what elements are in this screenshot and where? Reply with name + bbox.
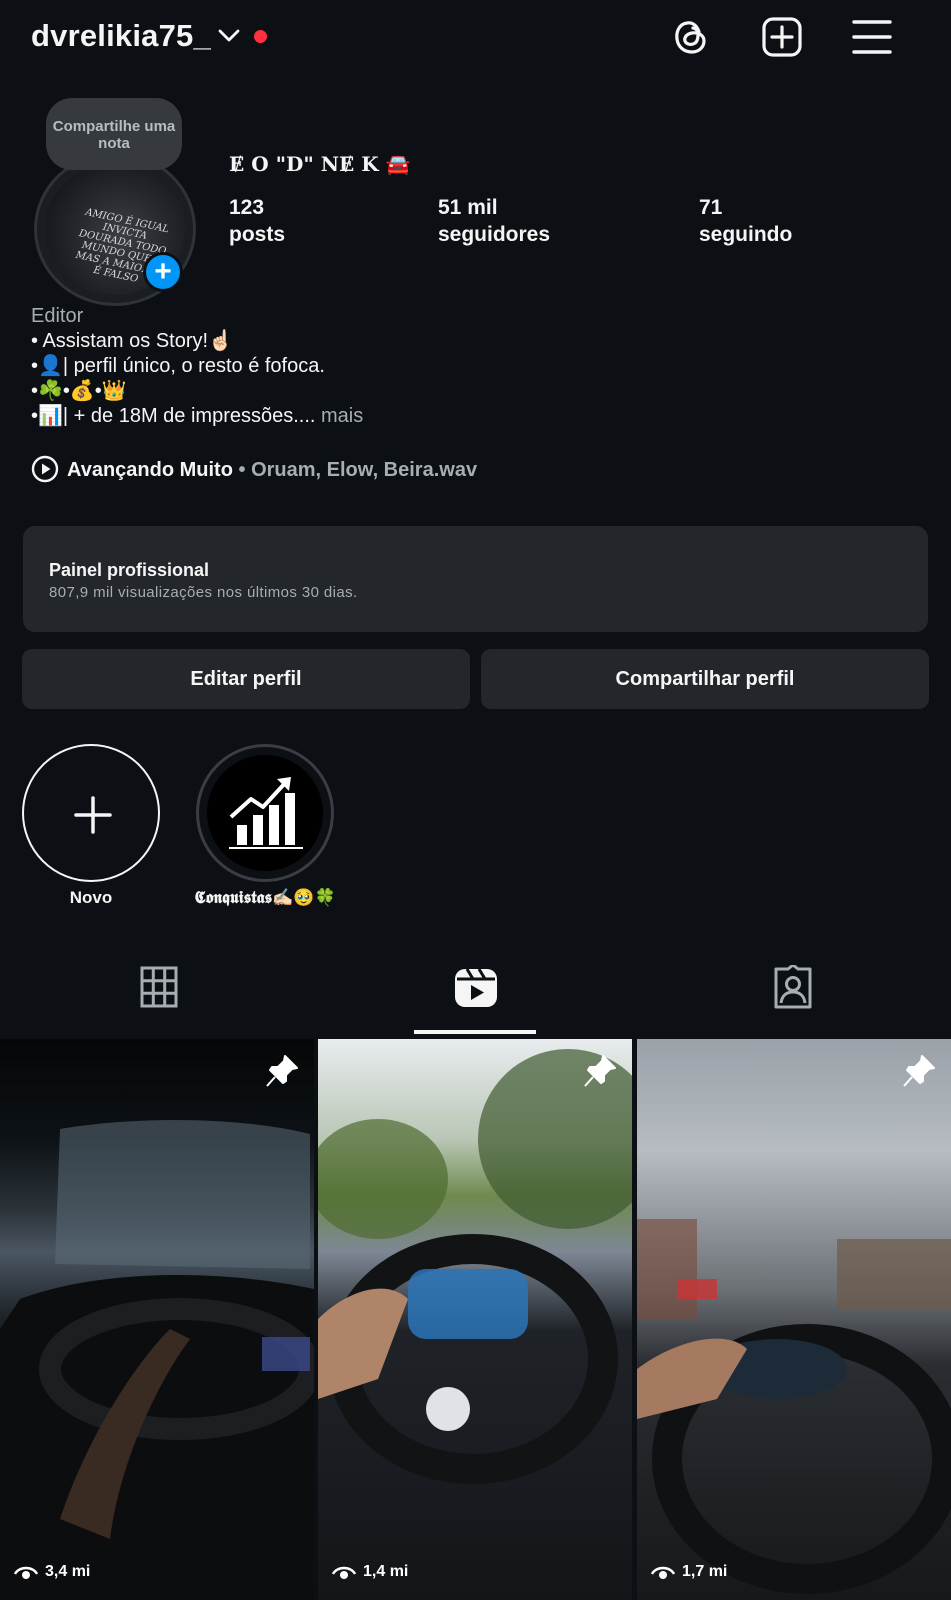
views-count: 1,4 mi — [363, 1563, 409, 1580]
threads-icon[interactable] — [668, 14, 714, 60]
bio-line: •📊| + de 18M de impressões.... — [31, 405, 316, 427]
pin-icon — [266, 1055, 298, 1087]
reel-views: 1,4 mi — [332, 1562, 408, 1582]
car-interior-day-image — [318, 1049, 632, 1484]
reel-thumbnail[interactable]: 3,4 mi — [0, 1039, 314, 1600]
display-name: Ɇ O "D" NɆ K 🚘 — [229, 152, 411, 176]
bio: Editor • Assistam os Story!☝🏻 •👤| perfil… — [31, 304, 363, 429]
highlight-label: 𝕮𝖔𝖓𝖖𝖚𝖎𝖘𝖙𝖆𝖘✍🏻🥹🍀 — [194, 888, 336, 908]
eye-icon — [651, 1566, 675, 1579]
panel-title: Painel profissional — [49, 560, 210, 580]
share-profile-button[interactable]: Compartilhar perfil — [481, 649, 929, 709]
stat-value: 123 — [229, 196, 265, 219]
growth-chart-icon — [229, 777, 303, 849]
reel-thumbnail[interactable]: 1,7 mi — [637, 1039, 951, 1600]
grid-icon — [140, 966, 177, 1008]
reel-views: 3,4 mi — [14, 1562, 90, 1582]
music-separator: • — [232, 459, 252, 481]
reels-icon — [454, 968, 497, 1007]
views-count: 3,4 mi — [45, 1563, 91, 1580]
stat-followers[interactable]: 51 mil seguidores — [438, 194, 550, 248]
music-title: Avançando Muito • Oruam, Elow, Beira.wav — [67, 459, 477, 482]
bio-more-link[interactable]: mais — [315, 405, 363, 427]
stat-label: posts — [229, 223, 286, 246]
active-tab-indicator — [414, 1030, 536, 1034]
reel-views: 1,7 mi — [651, 1562, 727, 1582]
plus-icon — [74, 796, 112, 834]
tab-grid[interactable] — [0, 955, 317, 1035]
car-interior-cloudy-image — [637, 1219, 951, 1594]
play-circle-icon — [31, 455, 59, 483]
car-interior-night-image — [0, 1119, 314, 1600]
song-name: Avançando Muito — [67, 459, 233, 481]
reel-thumbnail[interactable]: 1,4 mi — [318, 1039, 632, 1600]
bio-line: •👤| perfil único, o resto é fofoca. — [31, 355, 325, 377]
pin-icon — [903, 1055, 935, 1087]
highlight-conquistas[interactable]: 𝕮𝖔𝖓𝖖𝖚𝖎𝖘𝖙𝖆𝖘✍🏻🥹🍀 — [194, 744, 336, 908]
top-bar: dvrelikia75_ — [0, 0, 951, 80]
bio-line: • Assistam os Story!☝🏻 — [31, 330, 233, 352]
stat-value: 71 — [699, 196, 723, 219]
highlight-cover — [207, 755, 323, 871]
stat-value: 51 mil — [438, 196, 498, 219]
pin-icon — [584, 1055, 616, 1087]
new-highlight-circle[interactable] — [22, 744, 160, 882]
stat-label: seguidores — [438, 223, 551, 246]
share-note-bubble[interactable]: Compartilhe uma nota — [46, 98, 182, 170]
views-count: 1,7 mi — [682, 1563, 728, 1580]
create-post-icon[interactable] — [759, 14, 805, 60]
bio-line-last: •📊| + de 18M de impressões.... mais — [31, 404, 363, 429]
stat-label: seguindo — [699, 223, 793, 246]
username[interactable]: dvrelikia75_ — [31, 18, 211, 54]
profile-category: Editor — [31, 305, 84, 327]
chevron-down-icon[interactable] — [218, 28, 240, 44]
tagged-icon — [774, 965, 811, 1009]
professional-dashboard[interactable]: Painel profissional 807,9 mil visualizaç… — [23, 526, 928, 632]
stat-posts[interactable]: 123 posts — [229, 194, 285, 248]
edit-profile-button[interactable]: Editar perfil — [22, 649, 470, 709]
highlight-circle[interactable] — [196, 744, 334, 882]
stat-following[interactable]: 71 seguindo — [699, 194, 792, 248]
profile-tabs — [0, 955, 951, 1035]
menu-icon[interactable] — [849, 14, 895, 60]
add-story-button[interactable]: + — [143, 252, 183, 292]
eye-icon — [14, 1566, 38, 1579]
notification-dot — [254, 30, 267, 43]
artist-names: Oruam, Elow, Beira.wav — [251, 459, 478, 481]
reels-grid: 3,4 mi 1,4 mi 1,7 mi — [0, 1039, 951, 1600]
tab-tagged[interactable] — [634, 955, 951, 1035]
tab-reels[interactable] — [317, 955, 634, 1035]
highlight-label: Novo — [69, 888, 113, 907]
bio-line: •☘️•💰•👑 — [31, 380, 127, 402]
eye-icon — [332, 1566, 356, 1579]
highlight-new[interactable]: Novo — [20, 744, 162, 908]
panel-subtitle: 807,9 mil visualizações nos últimos 30 d… — [49, 584, 358, 601]
